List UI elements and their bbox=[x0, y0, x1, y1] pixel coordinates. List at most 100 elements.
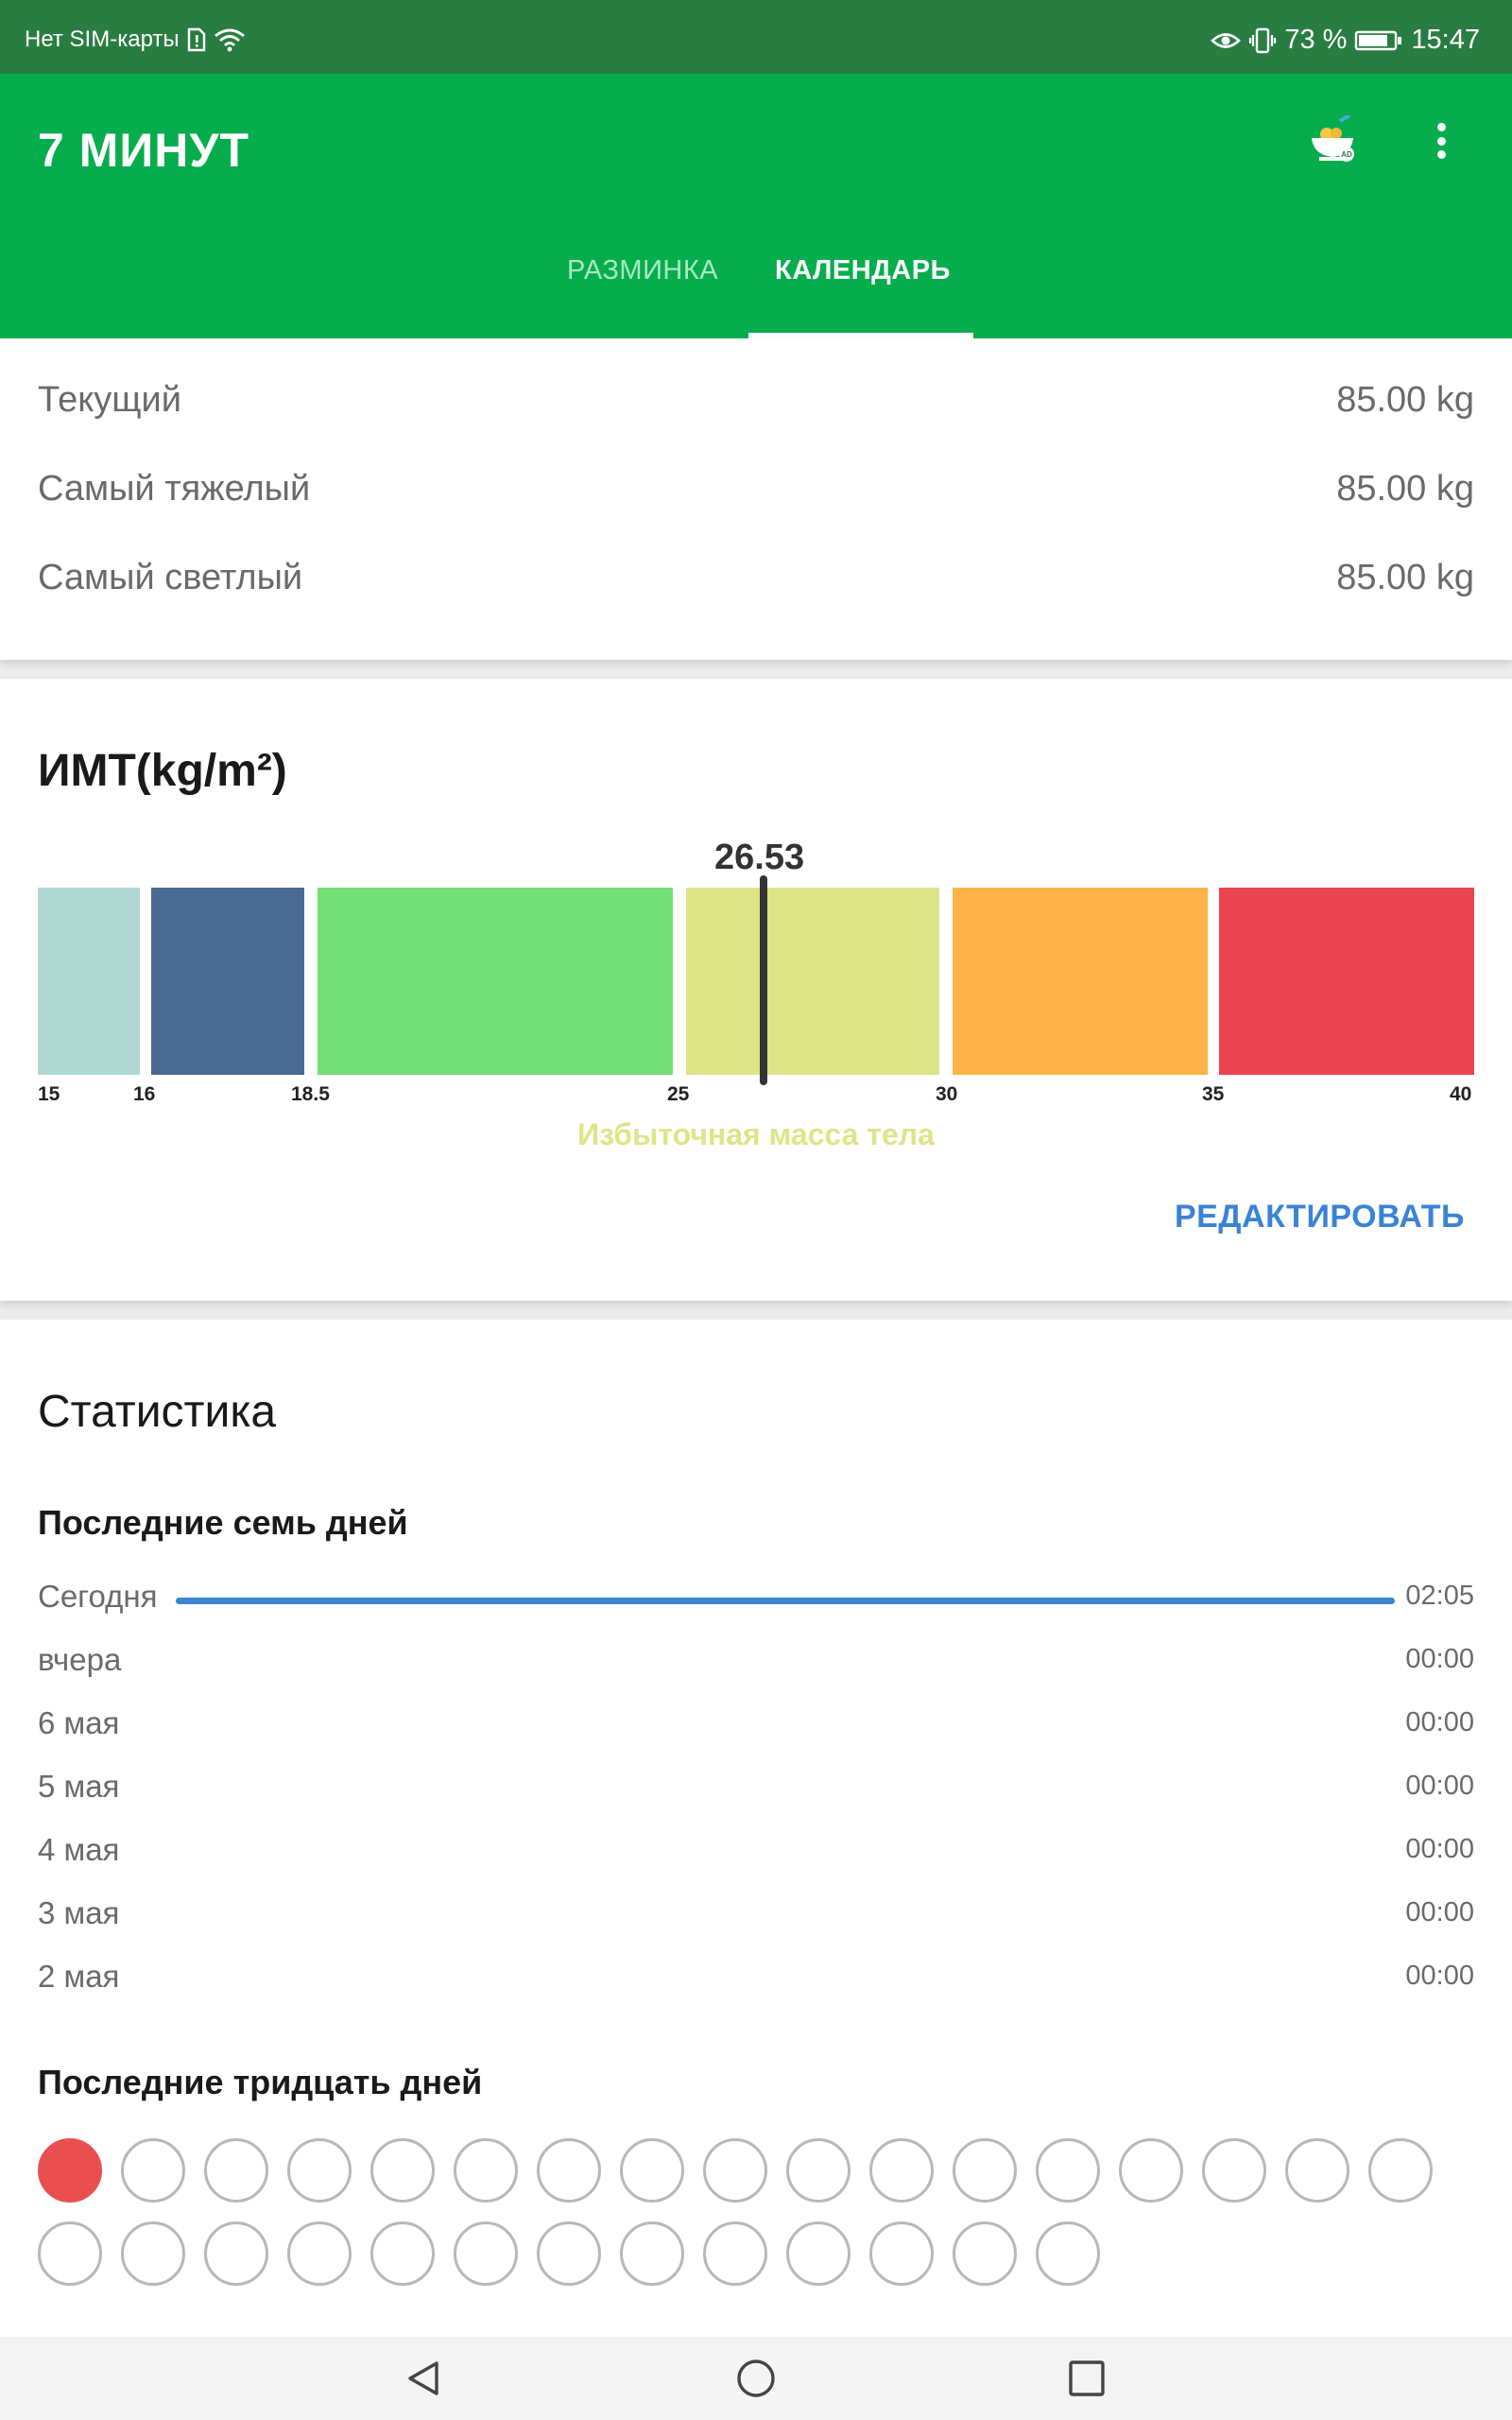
bmi-tick: 15 bbox=[38, 1083, 60, 1105]
bmi-tick: 25 bbox=[667, 1083, 690, 1105]
navigation-bar bbox=[0, 2337, 1512, 2420]
ad-food-bowl-icon[interactable]: AD bbox=[1308, 113, 1357, 164]
bmi-segment-obese bbox=[953, 888, 1208, 1075]
day-circle bbox=[1036, 2138, 1100, 2203]
bmi-value: 26.53 bbox=[714, 838, 805, 877]
day-circle bbox=[869, 2138, 934, 2203]
app-title: 7 МИНУТ bbox=[38, 124, 250, 177]
day-progress-bar bbox=[176, 1598, 1395, 1604]
day-circle bbox=[537, 2221, 601, 2286]
day-label: 5 мая bbox=[38, 1769, 120, 1804]
weight-value: 85.00 kg bbox=[1336, 469, 1474, 509]
day-circle bbox=[370, 2221, 435, 2286]
battery-icon bbox=[1355, 30, 1402, 50]
day-circle bbox=[1202, 2138, 1266, 2203]
weight-row-current: Текущий 85.00 kg bbox=[38, 380, 1474, 437]
weight-row-heaviest: Самый тяжелый 85.00 kg bbox=[38, 469, 1474, 526]
bmi-tick: 16 bbox=[133, 1083, 156, 1105]
day-label: 4 мая bbox=[38, 1832, 120, 1867]
last-seven-days-title: Последние семь дней bbox=[38, 1503, 408, 1542]
clock: 15:47 bbox=[1411, 25, 1480, 55]
tab-calendar[interactable]: КАЛЕНДАРЬ bbox=[775, 255, 951, 286]
bmi-tick: 40 bbox=[1450, 1083, 1472, 1105]
day-circle bbox=[869, 2221, 934, 2286]
day-circle bbox=[121, 2138, 185, 2203]
stats-title: Статистика bbox=[38, 1387, 277, 1437]
day-circle bbox=[703, 2221, 767, 2286]
home-icon[interactable] bbox=[735, 2358, 777, 2399]
day-row: Сегодня 02:05 bbox=[38, 1579, 1474, 1620]
day-circle bbox=[38, 2221, 102, 2286]
day-circle bbox=[121, 2221, 185, 2286]
bmi-tick: 30 bbox=[936, 1083, 958, 1105]
day-label: Сегодня bbox=[38, 1579, 158, 1614]
day-circle bbox=[703, 2138, 767, 2203]
last-thirty-days-title: Последние тридцать дней bbox=[38, 2063, 483, 2101]
bmi-title: ИМТ(kg/m²) bbox=[38, 746, 287, 796]
bmi-tick: 35 bbox=[1202, 1083, 1225, 1105]
vibrate-icon bbox=[1249, 27, 1277, 53]
day-circle bbox=[204, 2221, 268, 2286]
weight-value: 85.00 kg bbox=[1336, 558, 1474, 597]
bmi-segment-overweight bbox=[686, 888, 939, 1075]
bmi-segment-very-obese bbox=[1219, 888, 1474, 1075]
bmi-segment-underweight bbox=[151, 888, 304, 1075]
weight-row-lightest: Самый светлый 85.00 kg bbox=[38, 558, 1474, 614]
day-label: вчера bbox=[38, 1642, 122, 1677]
day-row: 6 мая 00:00 bbox=[38, 1705, 1474, 1747]
edit-button[interactable]: РЕДАКТИРОВАТЬ bbox=[1175, 1199, 1465, 1236]
bmi-tick: 18.5 bbox=[291, 1083, 330, 1105]
day-circle bbox=[537, 2138, 601, 2203]
day-duration: 02:05 bbox=[1405, 1581, 1474, 1611]
day-circle bbox=[370, 2138, 435, 2203]
day-label: 2 мая bbox=[38, 1959, 120, 1994]
bmi-segment-very-underweight bbox=[38, 888, 140, 1075]
recents-icon[interactable] bbox=[1066, 2358, 1108, 2399]
day-row: 5 мая 00:00 bbox=[38, 1769, 1474, 1810]
day-circle bbox=[1036, 2221, 1100, 2286]
day-label: 6 мая bbox=[38, 1705, 120, 1740]
day-duration: 00:00 bbox=[1405, 1707, 1474, 1737]
weight-label: Текущий bbox=[38, 380, 181, 420]
day-row: 3 мая 00:00 bbox=[38, 1895, 1474, 1937]
bmi-card: ИМТ(kg/m²) 26.53 15 16 18.5 25 30 35 40 … bbox=[0, 679, 1512, 1301]
svg-text:AD: AD bbox=[1341, 150, 1352, 159]
weight-value: 85.00 kg bbox=[1336, 380, 1474, 420]
sim-alert-icon bbox=[187, 27, 205, 52]
wifi-icon bbox=[214, 28, 245, 52]
statistics-card: Статистика Последние семь дней Сегодня 0… bbox=[0, 1320, 1512, 2337]
status-bar: Нет SIM-карты 73 % 15:47 bbox=[0, 0, 1512, 74]
day-circle bbox=[620, 2221, 684, 2286]
day-duration: 00:00 bbox=[1405, 1961, 1474, 1991]
day-circle bbox=[620, 2138, 684, 2203]
day-circle bbox=[454, 2221, 518, 2286]
carrier-label: Нет SIM-карты bbox=[25, 26, 180, 52]
day-circle bbox=[1285, 2138, 1349, 2203]
day-circle bbox=[953, 2138, 1017, 2203]
day-row: 2 мая 00:00 bbox=[38, 1959, 1474, 2000]
bmi-marker bbox=[760, 875, 767, 1085]
back-icon[interactable] bbox=[403, 2358, 444, 2399]
tab-warmup[interactable]: РАЗМИНКА bbox=[567, 255, 718, 286]
day-circle bbox=[953, 2221, 1017, 2286]
day-circle bbox=[287, 2221, 352, 2286]
day-label: 3 мая bbox=[38, 1895, 120, 1930]
day-duration: 00:00 bbox=[1405, 1644, 1474, 1674]
day-row: 4 мая 00:00 bbox=[38, 1832, 1474, 1874]
app-bar: 7 МИНУТ AD РАЗМИНКА КАЛЕНДАРЬ bbox=[0, 74, 1512, 338]
day-circle bbox=[287, 2138, 352, 2203]
day-duration: 00:00 bbox=[1405, 1834, 1474, 1864]
day-row: вчера 00:00 bbox=[38, 1642, 1474, 1684]
battery-percent: 73 % bbox=[1284, 25, 1348, 55]
day-circle bbox=[1119, 2138, 1183, 2203]
day-circle bbox=[38, 2138, 102, 2203]
status-right: 73 % 15:47 bbox=[1211, 25, 1480, 56]
day-circle bbox=[454, 2138, 518, 2203]
bmi-category: Избыточная масса тела bbox=[577, 1117, 935, 1151]
day-circle bbox=[786, 2221, 850, 2286]
day-duration: 00:00 bbox=[1405, 1897, 1474, 1927]
weight-label: Самый светлый bbox=[38, 558, 303, 597]
bmi-segment-normal bbox=[318, 888, 673, 1075]
overflow-menu-icon[interactable] bbox=[1425, 117, 1457, 164]
eye-comfort-icon bbox=[1211, 32, 1242, 48]
